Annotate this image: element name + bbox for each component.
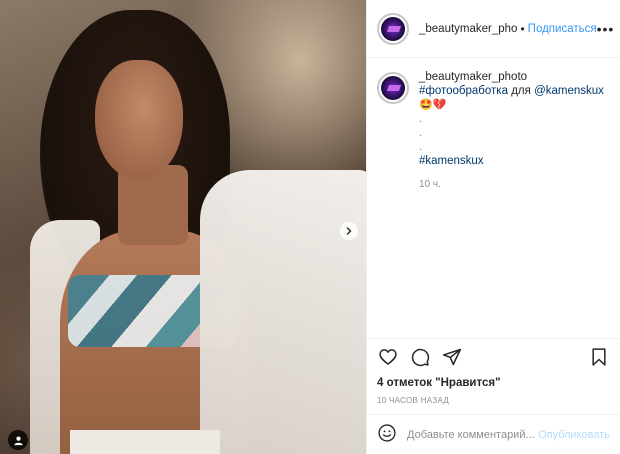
next-photo-button[interactable] <box>340 222 358 240</box>
save-button[interactable] <box>588 346 610 368</box>
add-comment-bar: Опубликовать <box>367 414 620 454</box>
tagged-users-button[interactable] <box>8 430 28 450</box>
post-side-panel: _beautymaker_pho • Подписаться ••• _beau… <box>366 0 620 454</box>
header-separator: • <box>520 21 525 36</box>
publish-comment-button[interactable]: Опубликовать <box>538 429 610 441</box>
post-time-ago[interactable]: 10 ЧАСОВ НАЗАД <box>367 392 620 414</box>
heart-icon <box>379 348 397 365</box>
photo-shirt-right <box>200 170 366 454</box>
comment-button[interactable] <box>409 346 431 368</box>
comment-icon <box>411 348 430 366</box>
caption-body: _beautymaker_photo #фотообработка для @k… <box>419 70 604 338</box>
caption-author-avatar[interactable] <box>377 72 409 104</box>
emoji-picker-button[interactable] <box>377 423 397 446</box>
hashtag-link[interactable]: #фотообработка <box>419 85 508 97</box>
post-header: _beautymaker_pho • Подписаться ••• <box>367 0 620 58</box>
comment-input[interactable] <box>407 428 539 441</box>
post-caption: _beautymaker_photo #фотообработка для @k… <box>367 58 620 338</box>
post-photo[interactable] <box>0 0 366 454</box>
hashtag-link[interactable]: #kamenskux <box>419 155 484 167</box>
smile-icon <box>378 424 396 442</box>
author-username[interactable]: _beautymaker_pho <box>419 23 517 35</box>
follow-button[interactable]: Подписаться <box>528 23 597 35</box>
caption-timestamp: 10 ч. <box>419 179 441 190</box>
instagram-post: _beautymaker_pho • Подписаться ••• _beau… <box>0 0 620 454</box>
more-options-button[interactable]: ••• <box>597 21 615 37</box>
share-button[interactable] <box>441 346 463 368</box>
caption-dot: . <box>419 127 423 139</box>
caption-emojis: 🤩💔 <box>419 98 447 111</box>
caption-for-text: для <box>511 85 531 97</box>
likes-count[interactable]: 4 отметок "Нравится" <box>367 374 620 392</box>
photo-skirt <box>70 430 220 454</box>
bookmark-icon <box>592 347 606 366</box>
user-icon <box>13 436 23 445</box>
caption-dot: . <box>419 113 423 125</box>
like-button[interactable] <box>377 346 399 368</box>
caption-dot: . <box>419 141 423 153</box>
chevron-right-icon <box>346 227 352 235</box>
share-icon <box>442 348 462 365</box>
author-avatar[interactable] <box>377 12 409 45</box>
post-actions <box>367 338 620 374</box>
mention-link[interactable]: @kamenskux <box>534 85 604 97</box>
caption-username[interactable]: _beautymaker_photo <box>419 71 527 83</box>
photo-face <box>95 60 183 180</box>
